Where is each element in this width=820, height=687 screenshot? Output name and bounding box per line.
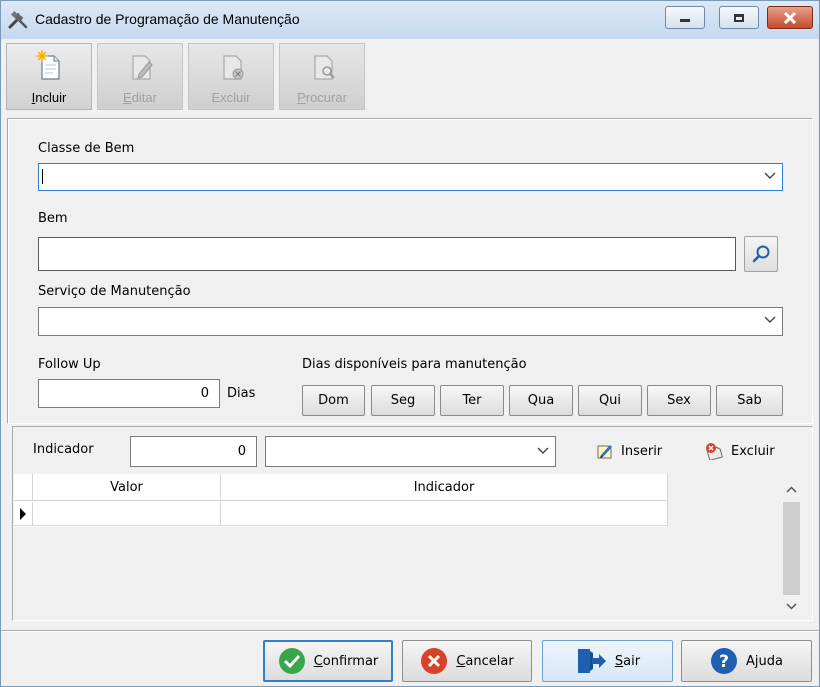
- svg-text:?: ?: [719, 652, 729, 672]
- column-header-indicador[interactable]: Indicador: [221, 474, 668, 501]
- close-button[interactable]: [767, 6, 813, 29]
- chevron-up-icon[interactable]: [781, 480, 802, 500]
- search-document-icon: [314, 55, 335, 80]
- row-indicator[interactable]: [14, 502, 33, 526]
- cancelar-label: Cancelar: [456, 653, 514, 669]
- cancelar-button[interactable]: Cancelar: [402, 640, 532, 682]
- indicador-combobox[interactable]: [265, 436, 556, 467]
- excluir-indicador-button[interactable]: Excluir: [703, 442, 775, 460]
- day-qua-button[interactable]: Qua: [509, 385, 573, 416]
- editar-button[interactable]: Editar: [97, 43, 183, 110]
- bem-search-button[interactable]: [744, 236, 778, 272]
- day-sex-button[interactable]: Sex: [647, 385, 711, 416]
- maximize-icon: [734, 13, 744, 22]
- editar-label: Editar: [123, 90, 157, 105]
- incluir-label: Incluir: [31, 90, 67, 105]
- incluir-button[interactable]: Incluir: [6, 43, 92, 110]
- day-seg-button[interactable]: Seg: [371, 385, 435, 416]
- close-icon: [783, 11, 797, 24]
- insert-icon: [597, 445, 612, 459]
- text-caret: [42, 169, 43, 184]
- servico-combobox[interactable]: [38, 307, 783, 336]
- followup-label: Follow Up: [38, 357, 101, 372]
- servico-label: Serviço de Manutenção: [38, 284, 191, 299]
- ajuda-button[interactable]: ? Ajuda: [681, 640, 812, 682]
- chevron-down-icon: [764, 172, 776, 179]
- table-row-cell-indicador[interactable]: [221, 502, 668, 526]
- chevron-down-icon[interactable]: [781, 596, 802, 616]
- check-circle-icon: [278, 648, 305, 674]
- maximize-button[interactable]: [719, 6, 759, 29]
- day-sab-button[interactable]: Sab: [716, 385, 783, 416]
- excluir-indicador-label: Excluir: [731, 443, 775, 459]
- day-dom-button[interactable]: Dom: [302, 385, 365, 416]
- sair-button[interactable]: Sair: [542, 640, 673, 682]
- edit-document-icon: [132, 55, 153, 80]
- indicador-value-input[interactable]: 0: [130, 436, 257, 467]
- inserir-button[interactable]: Inserir: [595, 442, 662, 460]
- confirmar-button[interactable]: Confirmar: [263, 640, 393, 682]
- footer-divider: [1, 630, 819, 631]
- ajuda-label: Ajuda: [746, 653, 783, 669]
- chevron-down-icon: [537, 447, 549, 454]
- delete-document-icon: [223, 55, 244, 80]
- help-circle-icon: ?: [711, 648, 738, 674]
- bem-label: Bem: [38, 211, 68, 226]
- cancel-circle-icon: [421, 648, 448, 674]
- minimize-button[interactable]: [665, 6, 705, 29]
- classe-combobox[interactable]: [38, 163, 783, 191]
- window-title: Cadastro de Programação de Manutenção: [35, 11, 300, 27]
- tools-icon: [8, 10, 28, 29]
- delete-icon: [706, 443, 723, 460]
- excluir-button[interactable]: Excluir: [188, 43, 274, 110]
- search-icon: [752, 245, 770, 263]
- inserir-label: Inserir: [621, 443, 663, 459]
- scroll-thumb[interactable]: [783, 502, 800, 595]
- confirmar-label: Confirmar: [313, 653, 379, 669]
- dias-label: Dias disponíveis para manutenção: [302, 357, 527, 372]
- indicador-label: Indicador: [33, 442, 94, 457]
- column-header-valor[interactable]: Valor: [33, 474, 221, 501]
- title-bar[interactable]: Cadastro de Programação de Manutenção: [1, 1, 819, 39]
- day-qui-button[interactable]: Qui: [578, 385, 642, 416]
- day-ter-button[interactable]: Ter: [440, 385, 504, 416]
- classe-label: Classe de Bem: [38, 141, 135, 156]
- grid-corner: [14, 474, 33, 501]
- main-window: Cadastro de Programação de Manutenção In…: [0, 0, 820, 687]
- excluir-label-text: Excluir: [211, 90, 251, 105]
- toolbar: Incluir Editar Excluir Procurar: [6, 41, 366, 111]
- followup-input[interactable]: 0: [38, 379, 220, 408]
- chevron-down-icon: [764, 316, 776, 323]
- procurar-label: Procurar: [297, 90, 347, 105]
- followup-unit: Dias: [227, 386, 256, 401]
- procurar-button[interactable]: Procurar: [279, 43, 365, 110]
- table-row-cell-valor[interactable]: [33, 502, 221, 526]
- current-row-arrow-icon: [20, 508, 26, 520]
- grid-scrollbar[interactable]: [781, 474, 802, 617]
- grid-table: Valor Indicador: [14, 474, 668, 527]
- excluir-label: Excluir: [189, 90, 273, 105]
- sair-label: Sair: [614, 653, 641, 669]
- new-document-icon: [36, 50, 60, 80]
- minimize-icon: [680, 19, 690, 22]
- exit-door-icon: [577, 649, 606, 673]
- indicador-grid[interactable]: Valor Indicador: [14, 474, 804, 617]
- bem-input[interactable]: [38, 237, 736, 271]
